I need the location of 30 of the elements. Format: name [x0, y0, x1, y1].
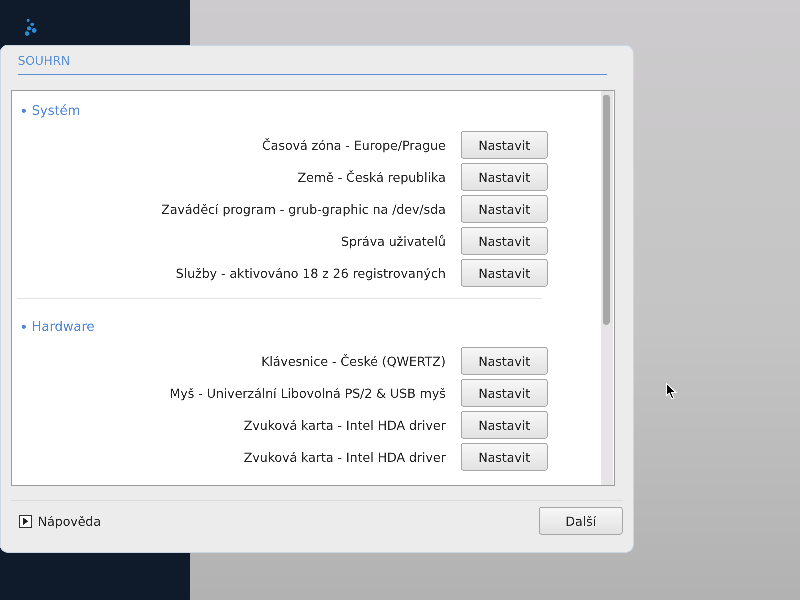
- configure-button[interactable]: Nastavit: [461, 131, 548, 159]
- bullet-icon: [22, 109, 26, 113]
- configure-button[interactable]: Nastavit: [461, 379, 548, 407]
- next-button[interactable]: Další: [539, 507, 623, 535]
- scrollbar-thumb[interactable]: [603, 95, 610, 325]
- setting-label: Zvuková karta - Intel HDA driver: [244, 450, 446, 464]
- configure-button[interactable]: Nastavit: [461, 163, 548, 191]
- section-heading: Systém: [32, 104, 80, 118]
- setting-label: Myš - Univerzální Libovolná PS/2 & USB myš: [170, 386, 446, 400]
- mouse-pointer-icon: [666, 383, 677, 400]
- configure-button[interactable]: Nastavit: [461, 195, 548, 223]
- dialog-title: SOUHRN: [18, 54, 607, 75]
- configure-button[interactable]: Nastavit: [461, 411, 548, 439]
- section-heading: Hardware: [32, 320, 95, 334]
- setting-label: Klávesnice - České (QWERTZ): [261, 354, 446, 368]
- setting-label: Časová zóna - Europe/Prague: [262, 138, 446, 152]
- expander-icon: [19, 514, 32, 528]
- setting-label: Zvuková karta - Intel HDA driver: [244, 418, 446, 432]
- bullet-icon: [22, 325, 26, 329]
- setting-label: Správa uživatelů: [341, 234, 446, 248]
- setting-label: Zaváděcí program - grub-graphic na /dev/sda: [162, 202, 446, 216]
- bubbles-logo-icon: [25, 19, 37, 36]
- scrollbar[interactable]: [601, 91, 613, 485]
- configure-button[interactable]: Nastavit: [461, 227, 548, 255]
- configure-button[interactable]: Nastavit: [461, 259, 548, 287]
- help-toggle[interactable]: Nápověda: [19, 514, 102, 528]
- configure-button[interactable]: Nastavit: [461, 443, 548, 471]
- setting-label: Služby - aktivováno 18 z 26 registrovaných: [176, 266, 446, 280]
- setting-label: Země - Česká republika: [298, 170, 446, 184]
- configure-button[interactable]: Nastavit: [461, 347, 548, 375]
